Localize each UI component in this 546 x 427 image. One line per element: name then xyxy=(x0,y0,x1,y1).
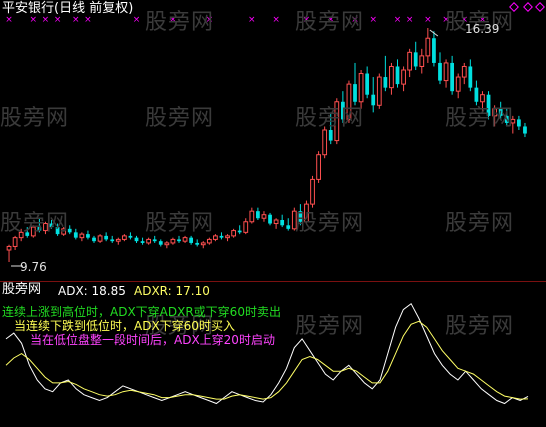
watermark: 股旁网 xyxy=(295,106,365,131)
signal-marker: × xyxy=(248,15,256,25)
candle-body xyxy=(158,241,163,245)
candle-body xyxy=(389,65,394,89)
note-buy: 当连续下跌到低位时，ADX下穿60时买入 xyxy=(14,319,235,333)
candle-body xyxy=(371,94,376,106)
candle-body xyxy=(407,51,413,71)
candle-body xyxy=(376,76,382,106)
candle-body xyxy=(316,154,321,180)
note-sell: 连续上涨到高位时，ADX下穿ADXR或下穿60时卖出 xyxy=(2,305,281,319)
diamond-marker xyxy=(535,2,545,12)
watermark: 股旁网 xyxy=(295,211,365,236)
candle-body xyxy=(177,239,181,242)
signal-marker: × xyxy=(133,15,141,25)
candle-body xyxy=(322,129,328,156)
watermark: 股旁网 xyxy=(145,106,215,131)
signal-marker: × xyxy=(394,15,402,25)
candle-body xyxy=(443,62,449,82)
watermark: 股旁网 xyxy=(445,106,515,131)
candle-body xyxy=(256,211,260,219)
candle-body xyxy=(231,230,236,237)
candle-body xyxy=(134,237,139,242)
candle-body xyxy=(425,37,431,57)
candle-body xyxy=(455,76,461,92)
watermark: 股旁网 xyxy=(295,314,365,339)
diamond-marker xyxy=(523,2,533,12)
max-price-label: 16.39 xyxy=(465,22,500,36)
candle-body xyxy=(395,66,400,85)
watermark: 股旁网 xyxy=(445,314,515,339)
candle-body xyxy=(121,235,127,240)
candle-body xyxy=(189,237,194,243)
candle-body xyxy=(6,245,12,251)
candle-body xyxy=(164,242,170,246)
candle-body xyxy=(358,73,364,103)
adx-value-label: ADX: 18.85 xyxy=(58,284,126,298)
signal-marker: × xyxy=(424,15,432,25)
signal-marker: × xyxy=(54,15,62,25)
signal-marker: × xyxy=(84,15,92,25)
candle-body xyxy=(273,219,279,225)
candle-body xyxy=(225,235,230,239)
candle-body xyxy=(286,225,291,229)
signal-marker: × xyxy=(406,15,414,25)
candle-body xyxy=(115,238,121,242)
candle-body xyxy=(261,214,267,219)
candle-body xyxy=(243,221,249,233)
candle-body xyxy=(73,232,78,238)
candle-body xyxy=(432,38,436,63)
candle-body xyxy=(401,69,406,85)
candle-body xyxy=(268,214,272,224)
candle-body xyxy=(461,65,467,78)
watermark: 股旁网 xyxy=(295,10,365,35)
candle-body xyxy=(12,237,18,247)
kline-indicator-chart: { "watermark": "股旁网", "main_panel": { "t… xyxy=(0,0,546,427)
candle-body xyxy=(383,77,388,88)
candle-body xyxy=(140,241,145,243)
signal-marker: × xyxy=(369,15,377,25)
candle-body xyxy=(219,235,224,238)
watermark: 股旁网 xyxy=(0,211,70,236)
min-price-label: 9.76 xyxy=(20,260,47,274)
watermark: 股旁网 xyxy=(0,106,70,131)
watermark: 股旁网 xyxy=(145,10,215,35)
signal-marker: × xyxy=(30,15,38,25)
candle-body xyxy=(146,238,152,244)
candle-body xyxy=(213,235,218,240)
candle-body xyxy=(152,239,157,242)
candle-body xyxy=(468,66,473,88)
signal-marker: × xyxy=(72,15,80,25)
candle-body xyxy=(517,119,521,127)
candle-body xyxy=(170,238,176,244)
candle-body xyxy=(97,235,103,242)
candle-body xyxy=(450,62,455,92)
candle-body xyxy=(280,220,285,226)
candle-body xyxy=(86,234,90,238)
candle-body xyxy=(419,55,425,67)
candle-body xyxy=(110,239,115,242)
signal-marker: × xyxy=(42,15,50,25)
candle-body xyxy=(206,238,212,244)
candle-body xyxy=(182,237,188,242)
indicator-name: 股旁网 xyxy=(2,282,42,297)
candle-body xyxy=(249,210,255,223)
candle-body xyxy=(310,178,315,205)
watermark: 股旁网 xyxy=(145,211,215,236)
signal-marker: × xyxy=(272,15,280,25)
candle-body xyxy=(128,235,133,238)
candle-body xyxy=(523,126,527,134)
candle-body xyxy=(92,237,96,242)
candle-body xyxy=(365,73,370,95)
watermark: 股旁网 xyxy=(445,211,515,236)
candle-body xyxy=(104,235,109,240)
candle-body xyxy=(195,242,200,245)
candle-body xyxy=(200,242,206,246)
candle-body xyxy=(413,52,418,67)
candle-body xyxy=(438,62,442,81)
main-chart-title: 平安银行(日线 前复权) xyxy=(2,1,134,16)
candle-body xyxy=(79,233,85,239)
signal-marker: × xyxy=(5,15,13,25)
note-start: 当在低位盘整一段时间后，ADX上穿20时启动 xyxy=(30,333,275,347)
adxr-value-label: ADXR: 17.10 xyxy=(134,284,210,298)
candle-body xyxy=(237,230,242,233)
